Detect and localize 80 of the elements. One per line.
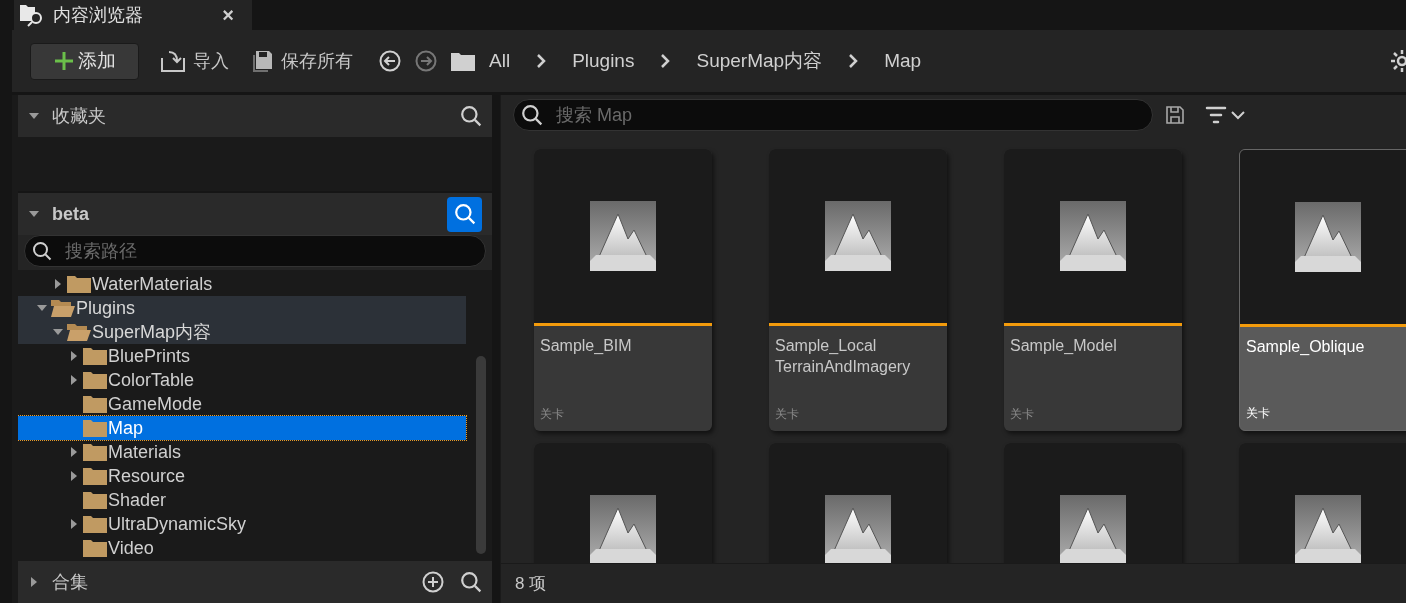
search-icon <box>32 241 52 261</box>
add-circle-icon[interactable] <box>422 571 444 593</box>
search-icon <box>460 571 482 593</box>
open-folder-icon <box>50 298 76 318</box>
folder-tree-item[interactable]: Map <box>18 416 466 440</box>
save-icon <box>251 50 273 72</box>
asset-name: Sample_Local TerrainAndImagery <box>775 336 912 377</box>
folder-tree-item[interactable]: Shader <box>18 488 466 512</box>
folder-icon <box>82 538 108 558</box>
folder-icon <box>82 418 108 438</box>
folder-tree-item[interactable]: SuperMap内容 <box>18 320 466 344</box>
breadcrumb-link[interactable]: SuperMap内容 <box>696 46 823 76</box>
close-button[interactable]: × <box>222 0 234 30</box>
folder-tree-item[interactable]: Video <box>18 536 466 560</box>
asset-card[interactable]: Sample_BIM 关卡 <box>534 149 712 431</box>
level-map-icon <box>1060 201 1126 271</box>
folder-tree-item[interactable]: WaterMaterials <box>18 272 466 296</box>
folder-tree-item[interactable]: Materials <box>18 440 466 464</box>
open-folder-icon <box>66 322 92 342</box>
chevron-down-icon <box>1231 110 1245 120</box>
search-icon <box>521 104 543 126</box>
scrollbar[interactable] <box>476 356 486 554</box>
folder-tree-item[interactable]: GameMode <box>18 392 466 416</box>
asset-type: 关卡 <box>1010 406 1035 423</box>
folder-icon <box>82 370 108 390</box>
folder-tree-item[interactable]: UltraDynamicSky <box>18 512 466 536</box>
level-map-icon <box>590 201 656 271</box>
chevron-right-icon <box>660 54 671 68</box>
save-all-button[interactable]: 保存所有 <box>251 47 353 75</box>
asset-type: 关卡 <box>775 406 800 423</box>
folder-tree-item[interactable]: Plugins <box>18 296 466 320</box>
section-title: 合集 <box>52 570 88 594</box>
asset-card[interactable]: Sample_Model 关卡 <box>1004 149 1182 431</box>
folder-icon <box>82 466 108 486</box>
folder-icon <box>82 346 108 366</box>
asset-name: Sample_Oblique <box>1246 337 1366 357</box>
level-map-icon <box>1295 495 1361 563</box>
search-icon <box>460 105 482 127</box>
tab-title: 内容浏览器 <box>53 3 143 27</box>
level-map-icon <box>1295 202 1361 272</box>
chevron-right-icon <box>848 54 859 68</box>
folder-icon <box>82 514 108 534</box>
content-browser-tab[interactable]: 内容浏览器 × <box>14 0 252 30</box>
filter-icon <box>1205 106 1227 124</box>
filter-dropdown[interactable] <box>1205 106 1245 124</box>
plus-icon <box>53 51 74 71</box>
folder-icon <box>82 490 108 510</box>
folder-icon[interactable] <box>451 51 475 71</box>
folder-tree-item[interactable]: Resource <box>18 464 466 488</box>
search-icon <box>453 203 476 225</box>
asset-type: 关卡 <box>540 406 565 423</box>
level-map-icon <box>825 495 891 563</box>
save-icon[interactable] <box>1165 105 1185 125</box>
chevron-right-icon <box>536 54 547 68</box>
search-button[interactable] <box>447 196 482 232</box>
folder-icon <box>66 274 92 294</box>
add-button[interactable]: 添加 <box>30 42 139 80</box>
level-map-icon <box>590 495 656 563</box>
folder-icon <box>82 442 108 462</box>
section-title: 收藏夹 <box>52 104 106 128</box>
folder-search-icon <box>19 3 45 27</box>
asset-search-field[interactable]: 搜索 Map <box>513 99 1153 131</box>
asset-name: Sample_Model <box>1010 336 1118 356</box>
folder-tree-item[interactable]: BluePrints <box>18 344 466 368</box>
section-title: beta <box>52 202 89 226</box>
folder-tree-item[interactable]: ColorTable <box>18 368 466 392</box>
item-count: 8 项 <box>515 572 547 595</box>
asset-name: Sample_BIM <box>540 336 633 356</box>
import-button[interactable]: 导入 <box>161 47 229 75</box>
path-search-field[interactable]: 搜索路径 <box>24 235 486 267</box>
breadcrumb-link[interactable]: All <box>489 46 511 76</box>
asset-card[interactable]: Sample_Local TerrainAndImagery 关卡 <box>769 149 947 431</box>
asset-type: 关卡 <box>1246 405 1271 422</box>
level-map-icon <box>1060 495 1126 563</box>
folder-icon <box>82 394 108 414</box>
asset-card[interactable]: Sample_Oblique 关卡 <box>1239 149 1406 431</box>
breadcrumb-link[interactable]: Plugins <box>572 46 635 76</box>
breadcrumb-link[interactable]: Map <box>884 46 922 76</box>
level-map-icon <box>825 201 891 271</box>
import-icon <box>161 50 185 72</box>
